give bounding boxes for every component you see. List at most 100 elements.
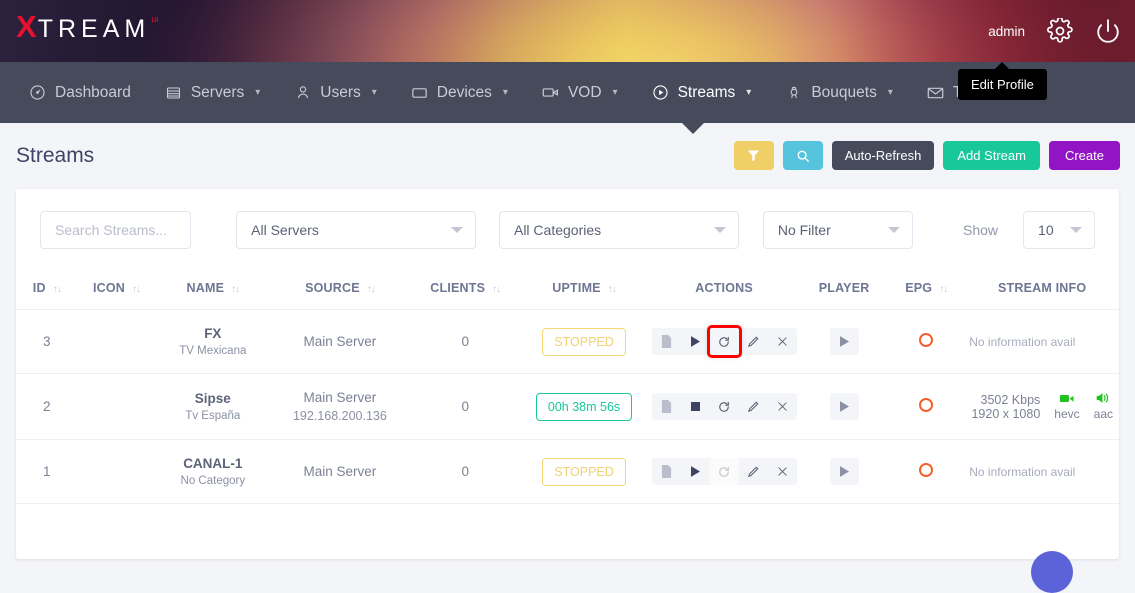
sort-icon: ↑↓	[132, 284, 140, 295]
cell-icon	[77, 440, 155, 504]
nav-label-vod: VOD	[568, 84, 602, 102]
xtream-logo[interactable]: X TREAM ui	[16, 11, 158, 42]
player-play-icon[interactable]	[830, 458, 859, 485]
power-icon[interactable]	[1095, 18, 1121, 44]
restart-icon[interactable]	[710, 328, 739, 355]
restart-icon[interactable]	[710, 393, 739, 420]
chevron-down-icon	[714, 227, 726, 233]
search-button[interactable]	[783, 141, 823, 170]
th-epg[interactable]: EPG↑↓	[887, 269, 965, 310]
nav-item-devices[interactable]: Devices ▾	[394, 62, 525, 123]
nav-label-bouquets: Bouquets	[811, 84, 877, 102]
nav-item-users[interactable]: Users ▾	[277, 62, 394, 123]
sort-icon: ↑↓	[492, 284, 500, 295]
brand-header: X TREAM ui admin	[0, 0, 1135, 62]
edit-profile-tooltip: Edit Profile	[958, 69, 1047, 100]
epg-circle-icon[interactable]	[919, 398, 933, 412]
epg-circle-icon[interactable]	[919, 463, 933, 477]
create-button[interactable]: Create	[1049, 141, 1120, 170]
delete-icon[interactable]	[768, 458, 797, 485]
categories-select[interactable]: All Categories	[499, 211, 739, 249]
th-uptime[interactable]: UPTIME ↑↓	[521, 269, 647, 310]
epg-circle-icon[interactable]	[919, 333, 933, 347]
floating-action-button[interactable]	[1031, 551, 1073, 593]
player-play-icon[interactable]	[830, 393, 859, 420]
chevron-down-icon: ▾	[613, 87, 618, 98]
search-placeholder: Search Streams...	[55, 222, 167, 238]
nav-item-servers[interactable]: Servers ▾	[148, 62, 277, 123]
categories-select-value: All Categories	[514, 222, 601, 238]
delete-icon[interactable]	[768, 393, 797, 420]
sort-icon: ↑↓	[608, 284, 616, 295]
nav-label-users: Users	[320, 84, 360, 102]
th-name[interactable]: NAME↑↓	[155, 269, 270, 310]
status-badge: STOPPED	[542, 328, 626, 356]
cell-clients: 0	[410, 310, 521, 374]
search-input[interactable]: Search Streams...	[40, 211, 191, 249]
page-size-select[interactable]: 10	[1023, 211, 1095, 249]
th-name-label: NAME	[187, 281, 225, 295]
nav-item-dashboard[interactable]: Dashboard	[12, 62, 148, 123]
th-player: PLAYER	[801, 269, 887, 310]
page-title: Streams	[16, 144, 94, 168]
page-title-row: Streams Auto-Refresh Add Stream Create	[0, 123, 1135, 189]
logo-sup: ui	[151, 14, 158, 24]
cell-epg	[887, 440, 965, 504]
add-stream-button[interactable]: Add Stream	[943, 141, 1040, 170]
audio-codec: aac	[1094, 407, 1113, 421]
th-player-label: PLAYER	[819, 281, 870, 295]
stream-name: Sipse	[159, 391, 266, 406]
video-codec: hevc	[1054, 407, 1079, 421]
th-epg-label: EPG	[905, 281, 932, 295]
edit-icon[interactable]	[739, 328, 768, 355]
page-size-value: 10	[1038, 222, 1054, 238]
chevron-down-icon: ▾	[888, 87, 893, 98]
filter-select[interactable]: No Filter	[763, 211, 913, 249]
file-icon[interactable]	[652, 458, 681, 485]
nav-item-streams[interactable]: Streams ▾	[635, 62, 769, 123]
cell-icon	[77, 374, 155, 440]
show-label: Show	[963, 222, 998, 238]
file-icon[interactable]	[652, 393, 681, 420]
toolbar-actions: Auto-Refresh Add Stream Create	[734, 141, 1120, 170]
edit-icon[interactable]	[739, 393, 768, 420]
nav-item-vod[interactable]: VOD ▾	[525, 62, 635, 123]
cell-actions	[647, 440, 801, 504]
nav-label-servers: Servers	[191, 84, 244, 102]
th-icon[interactable]: ICON↑↓	[77, 269, 155, 310]
player-play-icon[interactable]	[830, 328, 859, 355]
cell-player	[801, 310, 887, 374]
delete-icon[interactable]	[768, 328, 797, 355]
cell-actions	[647, 374, 801, 440]
stop-icon[interactable]	[681, 393, 710, 420]
nav-label-streams: Streams	[678, 84, 736, 102]
admin-username[interactable]: admin	[988, 24, 1025, 39]
play-circle-icon	[652, 84, 669, 101]
th-stream-info: STREAM INFO	[965, 269, 1119, 310]
cell-clients: 0	[410, 374, 521, 440]
stream-category: TV Mexicana	[159, 345, 266, 357]
th-source[interactable]: SOURCE↑↓	[270, 269, 410, 310]
clear-filter-button[interactable]	[734, 141, 774, 170]
servers-select[interactable]: All Servers	[236, 211, 476, 249]
edit-icon[interactable]	[739, 458, 768, 485]
cell-icon	[77, 310, 155, 374]
th-uptime-label: UPTIME	[552, 281, 600, 295]
cell-uptime: STOPPED	[521, 440, 647, 504]
file-icon[interactable]	[652, 328, 681, 355]
table-row: 3 FX TV Mexicana Main Server 0 STOPPED	[16, 310, 1119, 374]
action-button-group	[652, 328, 797, 355]
gear-icon[interactable]	[1047, 18, 1073, 44]
play-icon[interactable]	[681, 458, 710, 485]
chevron-down-icon: ▾	[255, 87, 260, 98]
th-id[interactable]: ID↑↓	[16, 269, 77, 310]
nav-item-bouquets[interactable]: Bouquets ▾	[768, 62, 910, 123]
cell-player	[801, 374, 887, 440]
cell-player	[801, 440, 887, 504]
th-clients[interactable]: CLIENTS↑↓	[410, 269, 521, 310]
auto-refresh-button[interactable]: Auto-Refresh	[832, 141, 935, 170]
video-icon	[542, 84, 559, 101]
cell-source: Main Server 192.168.200.136	[270, 374, 410, 440]
play-icon[interactable]	[681, 328, 710, 355]
table-header-row: ID↑↓ ICON↑↓ NAME↑↓ SOURCE↑↓ CLIENTS↑↓ UP…	[16, 269, 1119, 310]
